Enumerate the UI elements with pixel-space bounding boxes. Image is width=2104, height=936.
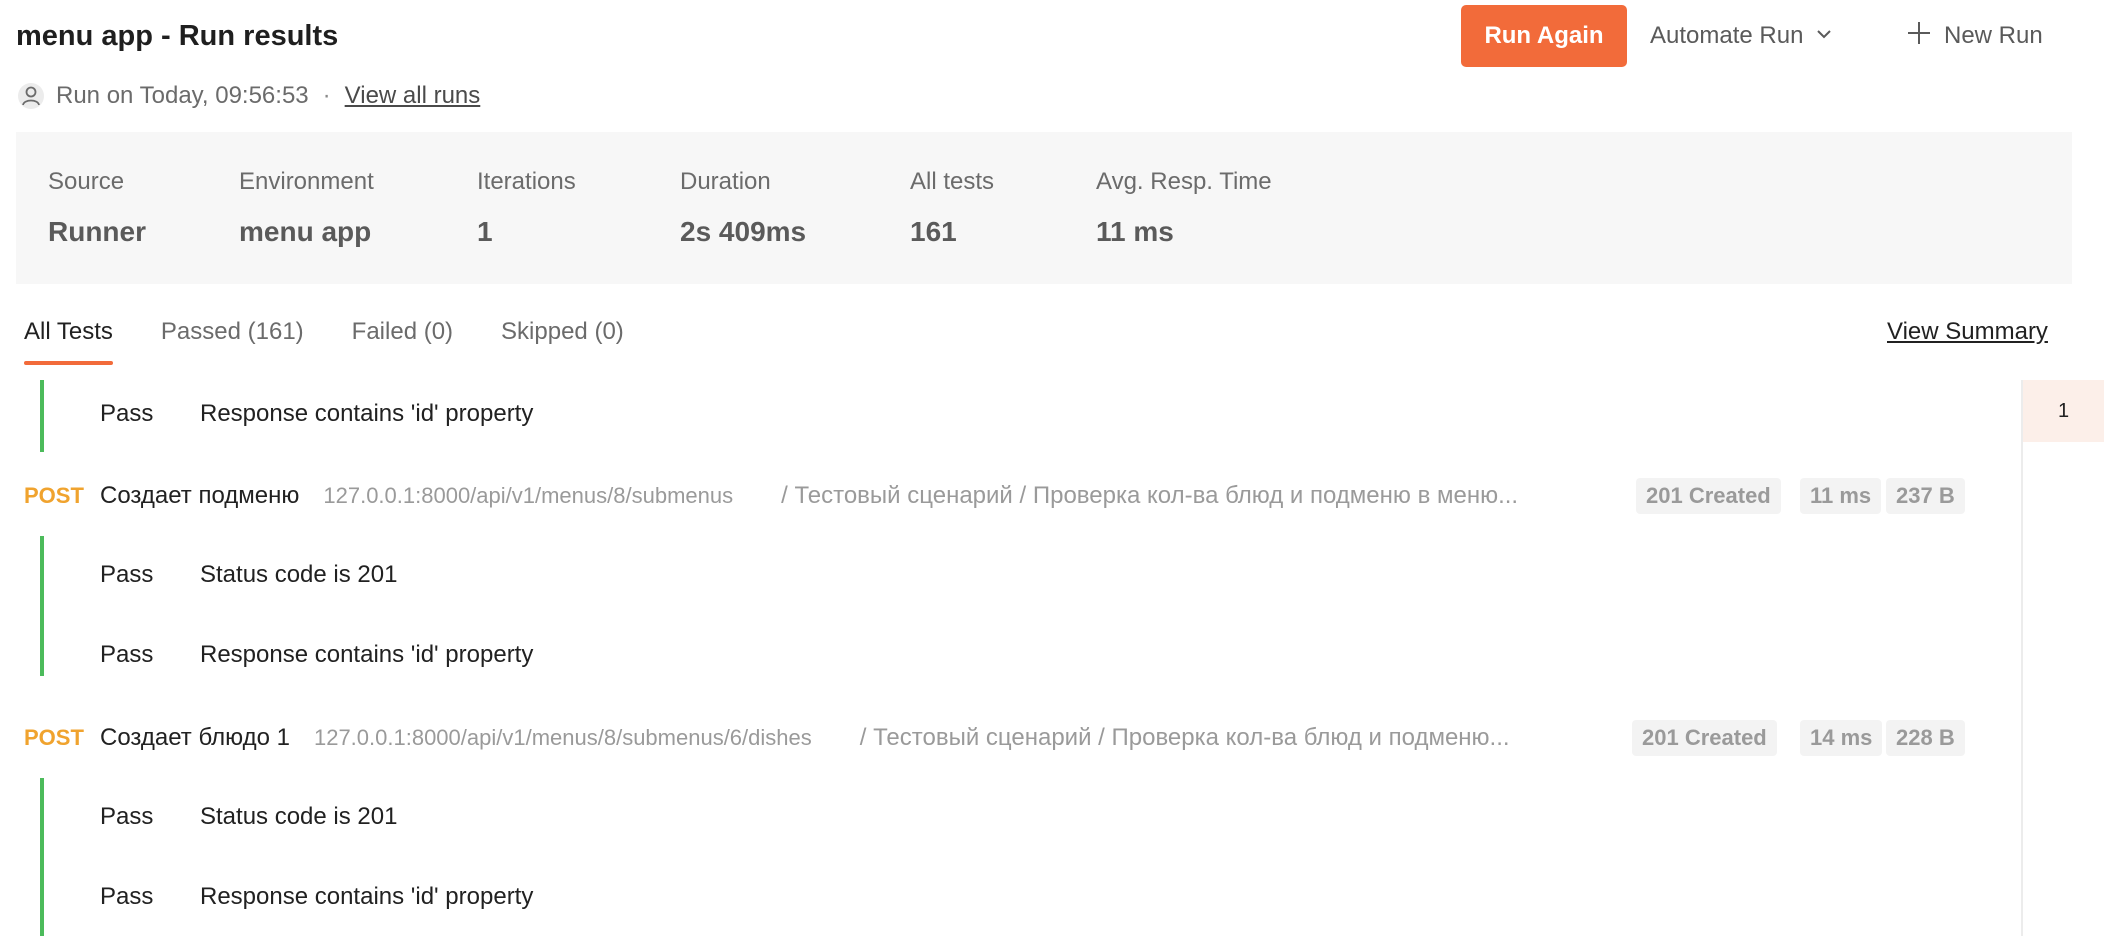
stat-label: Iterations <box>477 168 576 195</box>
stat-duration: Duration 2s 409ms <box>680 168 806 248</box>
response-size-badge: 237 B <box>1886 478 1965 514</box>
stat-value: 11 ms <box>1096 216 1174 247</box>
request-url: 127.0.0.1:8000/api/v1/menus/8/submenus/6… <box>313 725 812 750</box>
user-icon <box>16 81 46 111</box>
request-name: Создает подменю <box>100 482 300 509</box>
iteration-rail[interactable]: 1 <box>2021 380 2104 936</box>
stat-label: All tests <box>910 168 995 195</box>
stat-environment: Environment menu app <box>239 168 374 248</box>
plus-icon <box>1906 20 1932 53</box>
run-again-button[interactable]: Run Again <box>1461 5 1627 67</box>
test-status: Pass <box>100 883 154 910</box>
stat-value: menu app <box>239 216 372 247</box>
stat-value: Runner <box>48 216 146 247</box>
run-summary-panel: Source Runner Environment menu app Itera… <box>16 132 2072 284</box>
tab-all-tests[interactable]: All Tests <box>24 312 113 366</box>
request-method: POST <box>24 483 84 508</box>
test-result-row: Pass Response contains 'id' property <box>100 635 533 675</box>
automate-run-button[interactable]: Automate Run <box>1650 5 1833 67</box>
test-name: Status code is 201 <box>200 561 398 588</box>
response-size-badge: 228 B <box>1886 720 1965 756</box>
tab-skipped[interactable]: Skipped (0) <box>501 312 624 366</box>
test-result-row: Pass Status code is 201 <box>100 797 397 837</box>
request-method: POST <box>24 725 84 750</box>
stat-value: 1 <box>477 216 493 247</box>
stat-label: Duration <box>680 168 771 195</box>
stat-label: Environment <box>239 168 374 195</box>
response-status-badge: 201 Created <box>1636 478 1781 514</box>
test-name: Response contains 'id' property <box>200 641 534 668</box>
run-timestamp: Run on Today, 09:56:53 <box>56 82 309 109</box>
test-name: Status code is 201 <box>200 803 398 830</box>
run-results-page: menu app - Run results Run on Today, 09:… <box>0 0 2104 936</box>
test-status: Pass <box>100 400 154 427</box>
stat-avg-resp-time: Avg. Resp. Time 11 ms <box>1096 168 1272 248</box>
request-url: 127.0.0.1:8000/api/v1/menus/8/submenus <box>323 483 734 508</box>
request-name: Создает блюдо 1 <box>100 724 290 751</box>
new-run-label: New Run <box>1944 22 2043 49</box>
stat-source: Source Runner <box>48 168 146 248</box>
test-status: Pass <box>100 641 154 668</box>
stat-value: 161 <box>910 216 957 247</box>
test-name: Response contains 'id' property <box>200 400 534 427</box>
page-title: menu app - Run results <box>16 20 339 52</box>
test-status: Pass <box>100 561 154 588</box>
stat-all-tests: All tests 161 <box>910 168 994 248</box>
results-tabs: All Tests Passed (161) Failed (0) Skippe… <box>24 312 624 366</box>
request-row[interactable]: POST Создает блюдо 1 127.0.0.1:8000/api/… <box>24 717 1984 759</box>
stat-label: Source <box>48 168 125 195</box>
pass-indicator-bar <box>40 536 44 676</box>
tab-passed[interactable]: Passed (161) <box>161 312 304 366</box>
results-list: Pass Response contains 'id' property POS… <box>0 380 2020 936</box>
stat-label: Avg. Resp. Time <box>1096 168 1272 195</box>
test-result-row: Pass Response contains 'id' property <box>100 394 533 434</box>
run-meta: Run on Today, 09:56:53 · View all runs <box>16 78 480 114</box>
response-status-badge: 201 Created <box>1632 720 1777 756</box>
test-status: Pass <box>100 803 154 830</box>
pass-indicator-bar <box>40 778 44 936</box>
request-path: / Тестовый сценарий / Проверка кол-ва бл… <box>781 482 1519 509</box>
tab-failed[interactable]: Failed (0) <box>352 312 453 366</box>
response-time-badge: 11 ms <box>1800 478 1882 514</box>
iteration-marker[interactable]: 1 <box>2023 380 2104 442</box>
chevron-down-icon <box>1815 22 1833 50</box>
request-row[interactable]: POST Создает подменю 127.0.0.1:8000/api/… <box>24 475 1984 517</box>
new-run-button[interactable]: New Run <box>1906 5 2043 67</box>
request-path: / Тестовый сценарий / Проверка кол-ва бл… <box>859 724 1510 751</box>
stat-value: 2s 409ms <box>680 216 807 247</box>
view-summary-link[interactable]: View Summary <box>1887 318 2048 346</box>
separator-dot: · <box>322 82 331 109</box>
test-result-row: Pass Response contains 'id' property <box>100 877 533 917</box>
view-all-runs-link[interactable]: View all runs <box>345 82 481 110</box>
test-result-row: Pass Status code is 201 <box>100 555 397 595</box>
test-name: Response contains 'id' property <box>200 883 534 910</box>
stat-iterations: Iterations 1 <box>477 168 576 248</box>
automate-run-label: Automate Run <box>1650 22 1804 49</box>
pass-indicator-bar <box>40 380 44 452</box>
response-time-badge: 14 ms <box>1800 720 1883 756</box>
